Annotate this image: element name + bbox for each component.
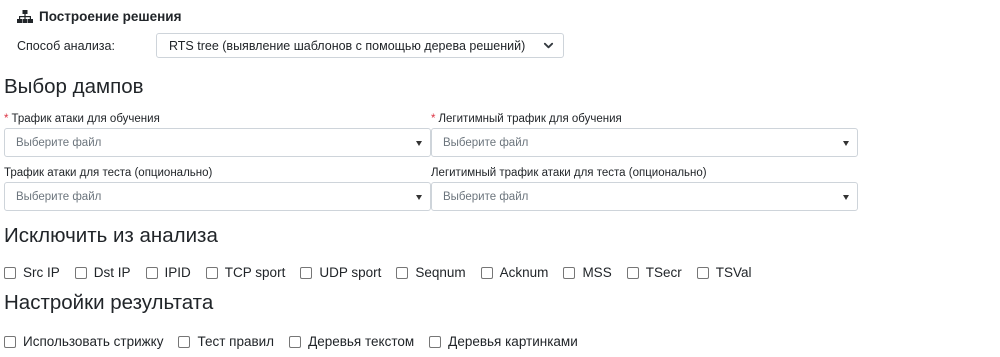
exclude-options: Src IP Dst IP IPID TCP sport UDP sport S… — [4, 265, 766, 280]
attack-test-file-select[interactable]: Выберите файл — [4, 182, 431, 211]
checkbox[interactable] — [626, 266, 639, 279]
result-options: Использовать стрижку Тест правил Деревья… — [4, 334, 593, 349]
legit-test-file-select[interactable]: Выберите файл — [431, 182, 858, 211]
caret-down-icon — [843, 141, 849, 146]
checkbox[interactable] — [205, 266, 218, 279]
file-select-placeholder: Выберите файл — [16, 136, 102, 149]
result-option-rule-test[interactable]: Тест правил — [178, 334, 274, 349]
caret-down-icon — [843, 195, 849, 200]
caret-down-icon — [416, 141, 422, 146]
required-mark: * — [431, 113, 436, 125]
exclude-option-mss[interactable]: MSS — [563, 265, 612, 280]
exclude-option-tsval[interactable]: TSVal — [696, 265, 751, 280]
exclude-option-seqnum[interactable]: Seqnum — [396, 265, 466, 280]
checkbox[interactable] — [178, 335, 191, 348]
exclude-option-udp-sport[interactable]: UDP sport — [300, 265, 381, 280]
result-option-trees-images[interactable]: Деревья картинками — [429, 334, 578, 349]
checkbox[interactable] — [74, 266, 87, 279]
exclude-option-ipid[interactable]: IPID — [145, 265, 191, 280]
legit-train-file-select[interactable]: Выберите файл — [431, 128, 858, 157]
chevron-down-icon — [543, 40, 554, 54]
checkbox[interactable] — [145, 266, 158, 279]
attack-train-label: * Трафик атаки для обучения — [4, 113, 160, 125]
file-select-placeholder: Выберите файл — [443, 136, 529, 149]
checkbox[interactable] — [480, 266, 493, 279]
checkbox[interactable] — [429, 335, 442, 348]
checkbox[interactable] — [4, 266, 16, 279]
checkbox[interactable] — [696, 266, 709, 279]
result-option-trees-text[interactable]: Деревья текстом — [289, 334, 414, 349]
caret-down-icon — [416, 195, 422, 200]
file-select-placeholder: Выберите файл — [16, 190, 102, 203]
checkbox[interactable] — [4, 335, 16, 348]
file-select-placeholder: Выберите файл — [443, 190, 529, 203]
analysis-method-label: Способ анализа: — [17, 39, 115, 53]
exclude-heading: Исключить из анализа — [4, 224, 218, 247]
legit-test-label: Легитимный трафик атаки для теста (опцио… — [431, 167, 707, 179]
checkbox[interactable] — [300, 266, 313, 279]
attack-test-label: Трафик атаки для теста (опционально) — [4, 167, 213, 179]
required-mark: * — [4, 113, 9, 125]
analysis-method-select[interactable]: RTS tree (выявление шаблонов с помощью д… — [156, 33, 564, 58]
result-option-pruning[interactable]: Использовать стрижку — [4, 334, 163, 349]
exclude-option-dst-ip[interactable]: Dst IP — [74, 265, 131, 280]
attack-train-file-select[interactable]: Выберите файл — [4, 128, 431, 157]
exclude-option-acknum[interactable]: Acknum — [480, 265, 548, 280]
exclude-option-tcp-sport[interactable]: TCP sport — [205, 265, 285, 280]
sitemap-icon — [17, 10, 33, 23]
checkbox[interactable] — [563, 266, 576, 279]
legit-train-label: * Легитимный трафик для обучения — [431, 113, 622, 125]
build-section-title: Построение решения — [17, 9, 181, 24]
result-heading: Настройки результата — [4, 291, 214, 314]
analysis-method-value: RTS tree (выявление шаблонов с помощью д… — [169, 38, 526, 53]
exclude-option-src-ip[interactable]: Src IP — [4, 265, 60, 280]
exclude-option-tsecr[interactable]: TSecr — [626, 265, 682, 280]
dumps-heading: Выбор дампов — [4, 75, 144, 98]
checkbox[interactable] — [289, 335, 302, 348]
build-title-text: Построение решения — [39, 9, 182, 24]
checkbox[interactable] — [396, 266, 409, 279]
